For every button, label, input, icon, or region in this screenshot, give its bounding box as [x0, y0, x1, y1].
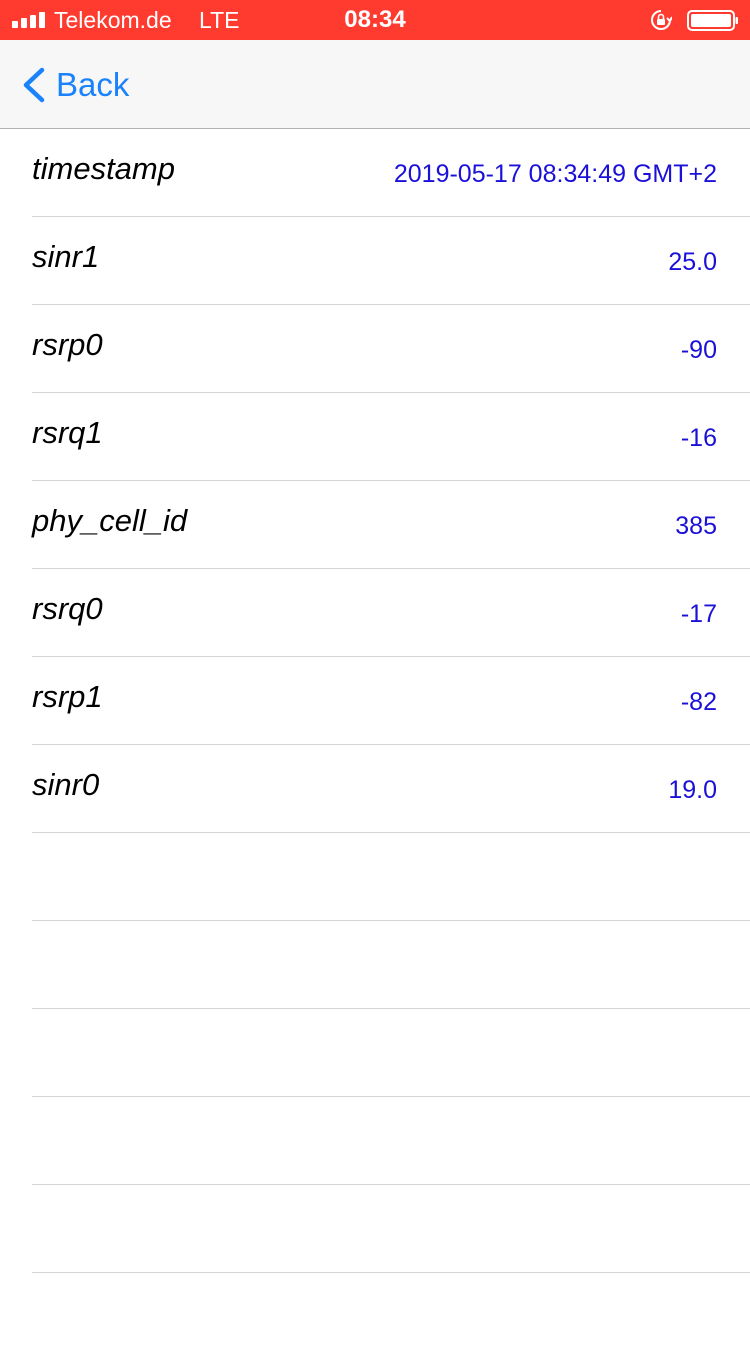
- empty-row: [32, 833, 750, 921]
- table-row[interactable]: sinr1 25.0: [32, 217, 750, 305]
- table-row[interactable]: rsrp1 -82: [32, 657, 750, 745]
- empty-row: [32, 1273, 750, 1361]
- empty-row: [32, 1097, 750, 1185]
- row-key: rsrp0: [32, 327, 103, 362]
- status-bar: Telekom.de LTE 08:34: [0, 0, 750, 40]
- table-row[interactable]: rsrq0 -17: [32, 569, 750, 657]
- row-value: -17: [680, 600, 717, 628]
- row-key: sinr1: [32, 239, 100, 274]
- table-row[interactable]: rsrq1 -16: [32, 393, 750, 481]
- table-row[interactable]: phy_cell_id 385: [32, 481, 750, 569]
- row-value: 2019-05-17 08:34:49 GMT+2: [393, 160, 717, 188]
- back-button[interactable]: Back: [20, 40, 160, 129]
- row-key: rsrq1: [32, 415, 103, 450]
- navigation-bar: Back: [0, 40, 750, 129]
- empty-row: [32, 921, 750, 1009]
- row-value: 19.0: [668, 776, 717, 804]
- row-key: rsrq0: [32, 591, 103, 626]
- empty-row: [32, 1185, 750, 1273]
- row-value: -90: [680, 336, 717, 364]
- row-value: -82: [680, 688, 717, 716]
- status-time: 08:34: [344, 6, 406, 33]
- measurement-list: timestamp 2019-05-17 08:34:49 GMT+2 sinr…: [0, 129, 750, 1361]
- row-key: phy_cell_id: [32, 503, 188, 538]
- chevron-left-icon: [23, 67, 45, 102]
- empty-row: [32, 1009, 750, 1097]
- battery-icon: [687, 10, 738, 31]
- rotation-lock-icon: [651, 10, 672, 30]
- row-key: rsrp1: [32, 679, 103, 714]
- row-value: -16: [680, 424, 717, 452]
- row-key: sinr0: [32, 767, 100, 802]
- table-row[interactable]: rsrp0 -90: [32, 305, 750, 393]
- table-row[interactable]: timestamp 2019-05-17 08:34:49 GMT+2: [32, 129, 750, 217]
- row-value: 385: [675, 512, 717, 540]
- back-button-label: Back: [56, 65, 130, 103]
- row-value: 25.0: [668, 248, 717, 276]
- table-row[interactable]: sinr0 19.0: [32, 745, 750, 833]
- row-key: timestamp: [32, 151, 175, 186]
